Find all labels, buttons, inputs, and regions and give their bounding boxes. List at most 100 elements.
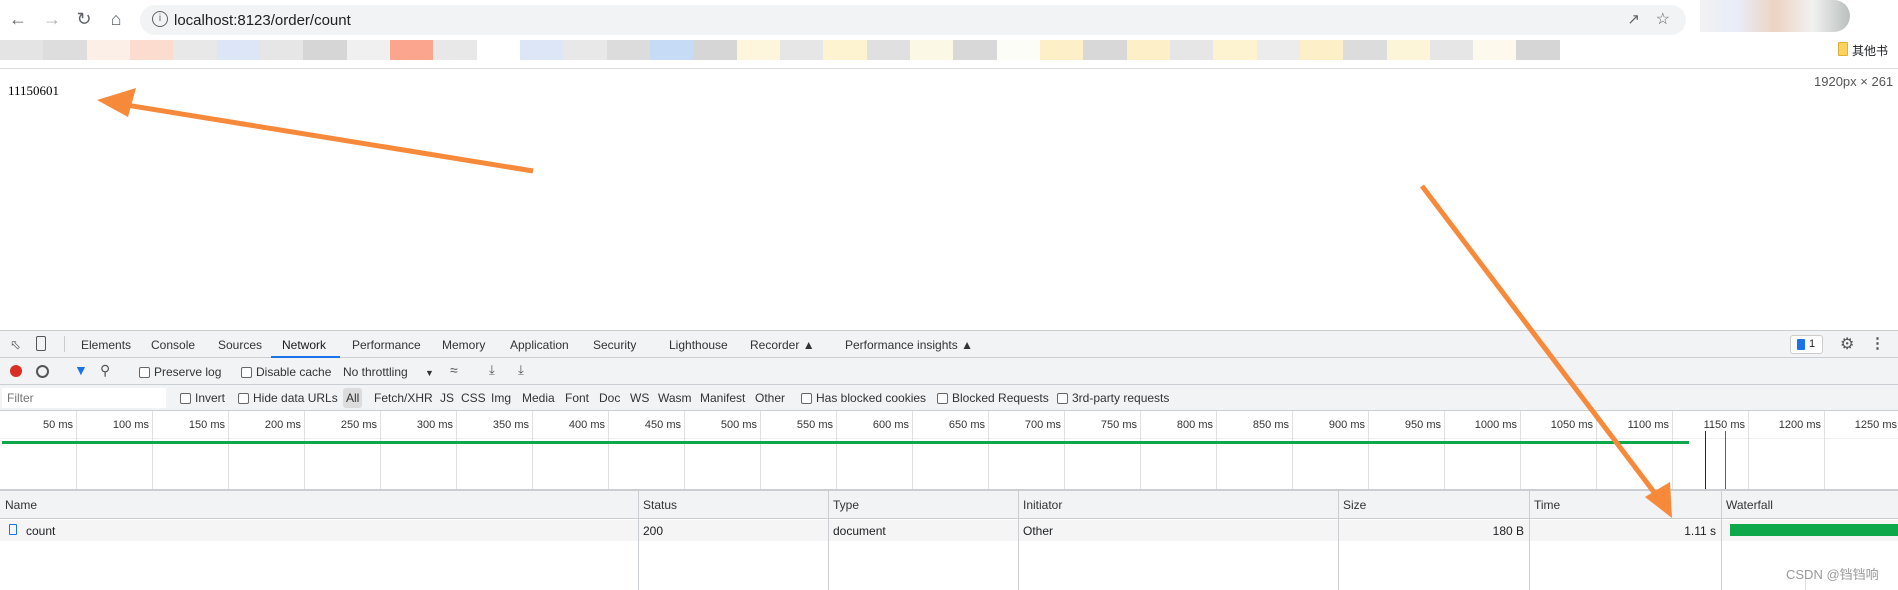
table-row[interactable]: count 200 document Other 180 B 1.11 s [0,520,1898,541]
tab-performance[interactable]: Performance [352,338,421,352]
preserve-log-checkbox[interactable]: Preserve log [139,365,221,379]
tab-sources[interactable]: Sources [218,338,262,352]
other-bookmarks[interactable]: 其他书 [1852,42,1888,59]
tab-console[interactable]: Console [151,338,195,352]
column-size[interactable]: Size [1343,498,1366,512]
tab-security[interactable]: Security [593,338,636,352]
url-text[interactable]: localhost:8123/order/count [174,12,351,29]
timeline-tick-label: 350 ms [492,419,529,431]
search-icon[interactable]: ⚲ [100,362,110,379]
settings-icon[interactable]: ⚙ [1840,334,1854,354]
has-blocked-cookies-checkbox[interactable]: Has blocked cookies [801,391,926,405]
profile-avatar-blurred[interactable] [1700,0,1850,32]
address-bar[interactable]: i localhost:8123/order/count ↗ ☆ [140,5,1686,35]
timeline-tick-label: 550 ms [796,419,833,431]
filter-type-js[interactable]: JS [440,391,454,405]
record-icon[interactable] [10,365,22,377]
timeline-tick-label: 1200 ms [1778,419,1821,431]
flask-icon: ▲ [961,338,973,352]
timeline-gridline [228,411,229,489]
column-time[interactable]: Time [1534,498,1560,512]
back-icon[interactable]: ← [6,7,30,31]
tab-recorder[interactable]: Recorder ▲ [750,338,815,352]
filter-type-media[interactable]: Media [522,391,555,405]
filter-type-font[interactable]: Font [565,391,589,405]
reload-icon[interactable]: ↻ [72,7,96,31]
overview-request-bar [2,441,1690,444]
filter-type-manifest[interactable]: Manifest [700,391,745,405]
timeline-gridline [1292,411,1293,489]
import-har-icon[interactable]: ⤓ [489,362,495,378]
overview-timeline[interactable]: 50 ms 100 ms 150 ms 200 ms 250 ms 300 ms 350 m… [0,411,1898,491]
inspect-icon[interactable]: ⬁ [10,337,21,353]
share-icon[interactable]: ↗ [1627,10,1640,28]
checkbox-label: 3rd-party requests [1072,391,1170,405]
timeline-gridline [988,411,989,489]
forward-icon[interactable]: → [40,7,64,31]
filter-type-other[interactable]: Other [755,391,785,405]
column-status[interactable]: Status [643,498,677,512]
more-options-icon[interactable]: ⋮ [1870,334,1885,352]
star-icon[interactable]: ☆ [1656,9,1670,29]
timeline-gridline [1596,411,1597,489]
timeline-gridline [836,411,837,489]
column-waterfall[interactable]: Waterfall [1726,498,1773,512]
timeline-gridline [1748,411,1749,489]
timeline-tick-label: 250 ms [340,419,377,431]
home-icon[interactable]: ⌂ [104,7,128,31]
column-type[interactable]: Type [833,498,859,512]
filter-type-ws[interactable]: WS [630,391,649,405]
timeline-tick-label: 150 ms [188,419,225,431]
timeline-gridline [608,411,609,489]
tab-label: Recorder [750,338,800,352]
timeline-gridline [1140,411,1141,489]
column-initiator[interactable]: Initiator [1023,498,1062,512]
timeline-tick-label: 1150 ms [1703,419,1745,431]
request-name[interactable]: count [26,524,55,538]
invert-checkbox[interactable]: Invert [180,391,225,405]
third-party-requests-checkbox[interactable]: 3rd-party requests [1057,391,1169,405]
throttling-select[interactable]: No throttling ▼ [343,365,434,379]
issues-button[interactable]: 1 [1790,335,1823,354]
timeline-tick-label: 900 ms [1328,419,1365,431]
timeline-tick-label: 50 ms [43,419,73,431]
disable-cache-checkbox[interactable]: Disable cache [241,365,331,379]
filter-input[interactable] [2,388,166,408]
timeline-gridline [456,411,457,489]
page-content: 11150601 [8,83,60,98]
hide-data-urls-checkbox[interactable]: Hide data URLs [238,391,338,405]
filter-type-doc[interactable]: Doc [599,391,620,405]
filter-type-all[interactable]: All [343,388,363,408]
filter-type-wasm[interactable]: Wasm [658,391,692,405]
timeline-tick-label: 650 ms [948,419,985,431]
devtools-tabbar: ⬁ Elements Console Sources Network Perfo… [0,331,1898,358]
filter-type-fetch-xhr[interactable]: Fetch/XHR [374,391,433,405]
network-conditions-icon[interactable]: ≈ [450,362,458,378]
column-name[interactable]: Name [5,498,37,512]
filter-type-img[interactable]: Img [491,391,511,405]
device-toggle-icon[interactable] [36,336,46,351]
tab-memory[interactable]: Memory [442,338,485,352]
tab-lighthouse[interactable]: Lighthouse [669,338,728,352]
timeline-tick-label: 200 ms [264,419,301,431]
blocked-requests-checkbox[interactable]: Blocked Requests [937,391,1049,405]
timeline-gridline [304,411,305,489]
tab-performance-insights[interactable]: Performance insights ▲ [845,338,973,352]
export-har-icon[interactable]: ⤓ [518,362,524,378]
filter-icon[interactable]: ▼ [74,362,88,378]
tab-application[interactable]: Application [510,338,569,352]
timeline-gridline [152,411,153,489]
clear-icon[interactable] [36,365,49,378]
filter-type-css[interactable]: CSS [461,391,486,405]
tab-network[interactable]: Network [282,338,326,352]
checkbox-label: Hide data URLs [253,391,338,405]
info-icon[interactable]: i [152,11,168,27]
timeline-tick-label: 300 ms [416,419,453,431]
checkbox-label: Has blocked cookies [816,391,927,405]
timeline-gridline [1824,411,1825,489]
timeline-gridline [1520,411,1521,489]
issues-count: 1 [1809,338,1816,350]
timeline-gridline [760,411,761,489]
checkbox-label: Invert [195,391,226,405]
tab-elements[interactable]: Elements [81,338,131,352]
